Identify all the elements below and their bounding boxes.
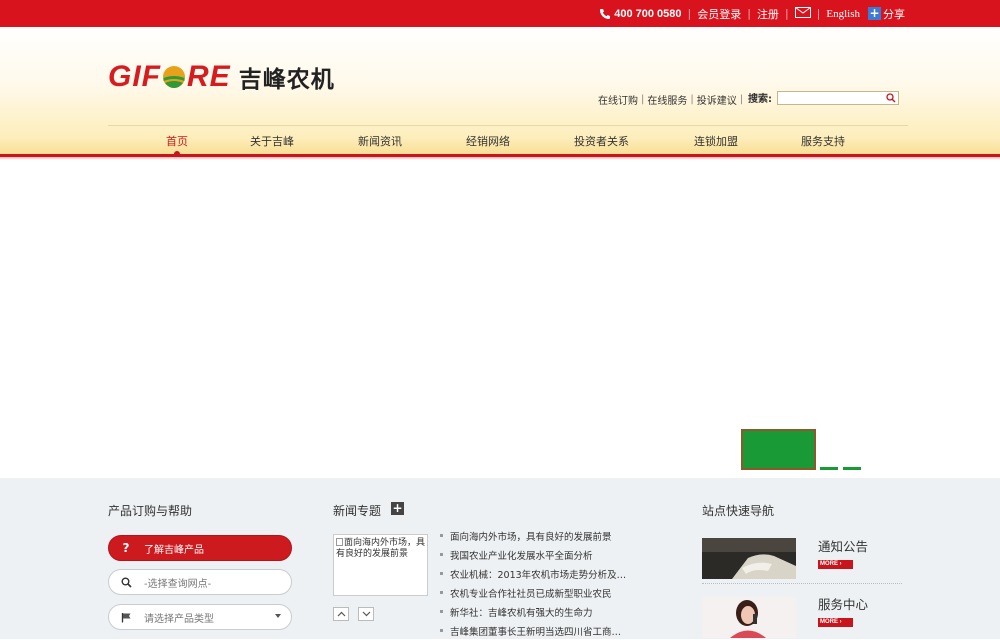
notice-thumbnail[interactable] <box>702 538 796 579</box>
logo-sun-icon <box>163 66 185 88</box>
slide-indicator[interactable] <box>820 467 838 470</box>
nav-support[interactable]: 服务支持 <box>801 133 845 149</box>
main-nav: 首页 关于吉峰 新闻资讯 经销网络 投资者关系 连锁加盟 服务支持 <box>108 125 908 157</box>
flag-icon <box>120 612 132 623</box>
chevron-up-icon <box>337 611 345 617</box>
slide-indicator[interactable] <box>843 467 861 470</box>
product-type-placeholder: 请选择产品类型 <box>144 613 214 625</box>
logo-text-right: RE <box>187 60 231 93</box>
quicklink-complaint[interactable]: 投诉建议 <box>697 92 737 107</box>
service-thumbnail[interactable] <box>702 597 796 638</box>
bullet <box>440 591 443 594</box>
more-label: MORE <box>820 619 838 625</box>
divider: | <box>690 94 694 105</box>
more-label: MORE <box>820 561 838 567</box>
question-icon: ? <box>122 541 130 555</box>
logo-wordmark: GIF RE <box>108 60 231 94</box>
nav-news[interactable]: 新闻资讯 <box>358 133 402 149</box>
search-area: 搜索: <box>748 90 899 105</box>
bullet <box>440 610 443 613</box>
chevron-down-icon <box>275 614 281 618</box>
hotline-number: 400 700 0580 <box>614 7 682 20</box>
service-center-label[interactable]: 服务中心 <box>818 594 868 613</box>
nav-network[interactable]: 经销网络 <box>466 133 510 149</box>
news-item-title: 农机专业合作社社员已成新型职业农民 <box>450 588 612 600</box>
broken-image-icon <box>336 538 343 546</box>
news-item-title: 农业机械：2013年农机市场走势分析及… <box>450 569 627 581</box>
notice-more-button[interactable]: MORE › <box>818 560 853 569</box>
notice-label[interactable]: 通知公告 <box>818 536 868 555</box>
phone-icon <box>600 8 611 19</box>
logo-chinese: 吉峰农机 <box>238 67 335 93</box>
news-item-title: 面向海内外市场，具有良好的发展前景 <box>450 531 612 543</box>
search-icon[interactable] <box>886 92 896 103</box>
chevron-down-icon <box>362 611 370 617</box>
divider: | <box>739 94 744 105</box>
share-label: 分享 <box>883 7 905 21</box>
learn-products-button[interactable]: ? 了解吉峰产品 <box>108 535 292 561</box>
nav-home[interactable]: 首页 <box>166 133 188 149</box>
quicklink-order[interactable]: 在线订购 <box>598 92 638 107</box>
scroll-down-button[interactable] <box>358 607 374 621</box>
search-input[interactable] <box>777 90 899 105</box>
news-item[interactable]: 农机专业合作社社员已成新型职业农民 <box>440 583 640 602</box>
news-list: 面向海内外市场，具有良好的发展前景 我国农业产业化发展水平全面分析 农业机械：2… <box>440 526 640 640</box>
hotline: 400 700 0580 <box>599 7 682 20</box>
news-item[interactable]: 吉峰集团董事长王新明当选四川省工商… <box>440 621 640 640</box>
divider: | <box>747 7 751 20</box>
help-title: 产品订购与帮助 <box>108 504 193 518</box>
login-link[interactable]: 会员登录 <box>697 6 741 22</box>
logo-text-left: GIF <box>108 60 161 93</box>
learn-products-label: 了解吉峰产品 <box>144 544 204 556</box>
divider: | <box>687 7 692 20</box>
english-link[interactable]: English <box>826 8 860 20</box>
bullet <box>440 534 443 537</box>
header: GIF RE 吉峰农机 在线订购 | 在线服务 | 投诉建议 | 搜索: 首页 … <box>0 27 1000 157</box>
product-type-select[interactable]: 请选择产品类型 <box>108 604 292 630</box>
divider <box>702 583 902 584</box>
news-thumbnail-alt: 面向海内外市场，具有良好的发展前景 <box>336 538 426 559</box>
news-item[interactable]: 我国农业产业化发展水平全面分析 <box>440 545 640 564</box>
mail-icon[interactable] <box>794 6 811 21</box>
nav-investors[interactable]: 投资者关系 <box>574 133 629 149</box>
bullet <box>440 572 443 575</box>
slide-thumbnail[interactable] <box>741 429 816 470</box>
news-item[interactable]: 新华社：吉峰农机有强大的生命力 <box>440 602 640 621</box>
nav-franchise[interactable]: 连锁加盟 <box>694 133 738 149</box>
search-label: 搜索: <box>748 94 772 105</box>
banner-slider[interactable] <box>0 160 1000 478</box>
news-item[interactable]: 农业机械：2013年农机市场走势分析及… <box>440 564 640 583</box>
quick-links: 在线订购 | 在线服务 | 投诉建议 | <box>598 92 746 107</box>
divider: | <box>641 94 645 105</box>
search-icon <box>120 577 132 588</box>
news-item-title: 新华社：吉峰农机有强大的生命力 <box>450 607 593 619</box>
news-expand-icon[interactable]: + <box>391 502 404 515</box>
site-select[interactable]: -选择查询网点- <box>108 569 292 595</box>
bullet <box>440 553 443 556</box>
scroll-up-button[interactable] <box>333 607 349 621</box>
site-select-placeholder: -选择查询网点- <box>144 578 212 590</box>
bullet <box>440 629 443 632</box>
news-item-title: 我国农业产业化发展水平全面分析 <box>450 550 593 562</box>
top-bar-links: 400 700 0580 | 会员登录 | 注册 | | English + 分… <box>599 0 905 27</box>
register-link[interactable]: 注册 <box>757 6 779 22</box>
quicklink-service[interactable]: 在线服务 <box>647 92 687 107</box>
divider: | <box>816 7 821 20</box>
share-button[interactable]: + 分享 <box>868 6 905 22</box>
nav-about[interactable]: 关于吉峰 <box>250 133 294 149</box>
news-item-title: 吉峰集团董事长王新明当选四川省工商… <box>450 626 622 638</box>
plus-icon: + <box>868 6 881 20</box>
logo[interactable]: GIF RE 吉峰农机 <box>108 60 335 94</box>
news-item[interactable]: 面向海内外市场，具有良好的发展前景 <box>440 526 640 545</box>
divider: | <box>784 7 789 20</box>
service-more-button[interactable]: MORE › <box>818 618 853 627</box>
top-bar: 400 700 0580 | 会员登录 | 注册 | | English + 分… <box>0 0 1000 27</box>
news-title: 新闻专题 <box>333 504 382 518</box>
quicknav-title: 站点快速导航 <box>702 504 775 518</box>
news-thumbnail[interactable]: 面向海内外市场，具有良好的发展前景 <box>333 534 428 596</box>
